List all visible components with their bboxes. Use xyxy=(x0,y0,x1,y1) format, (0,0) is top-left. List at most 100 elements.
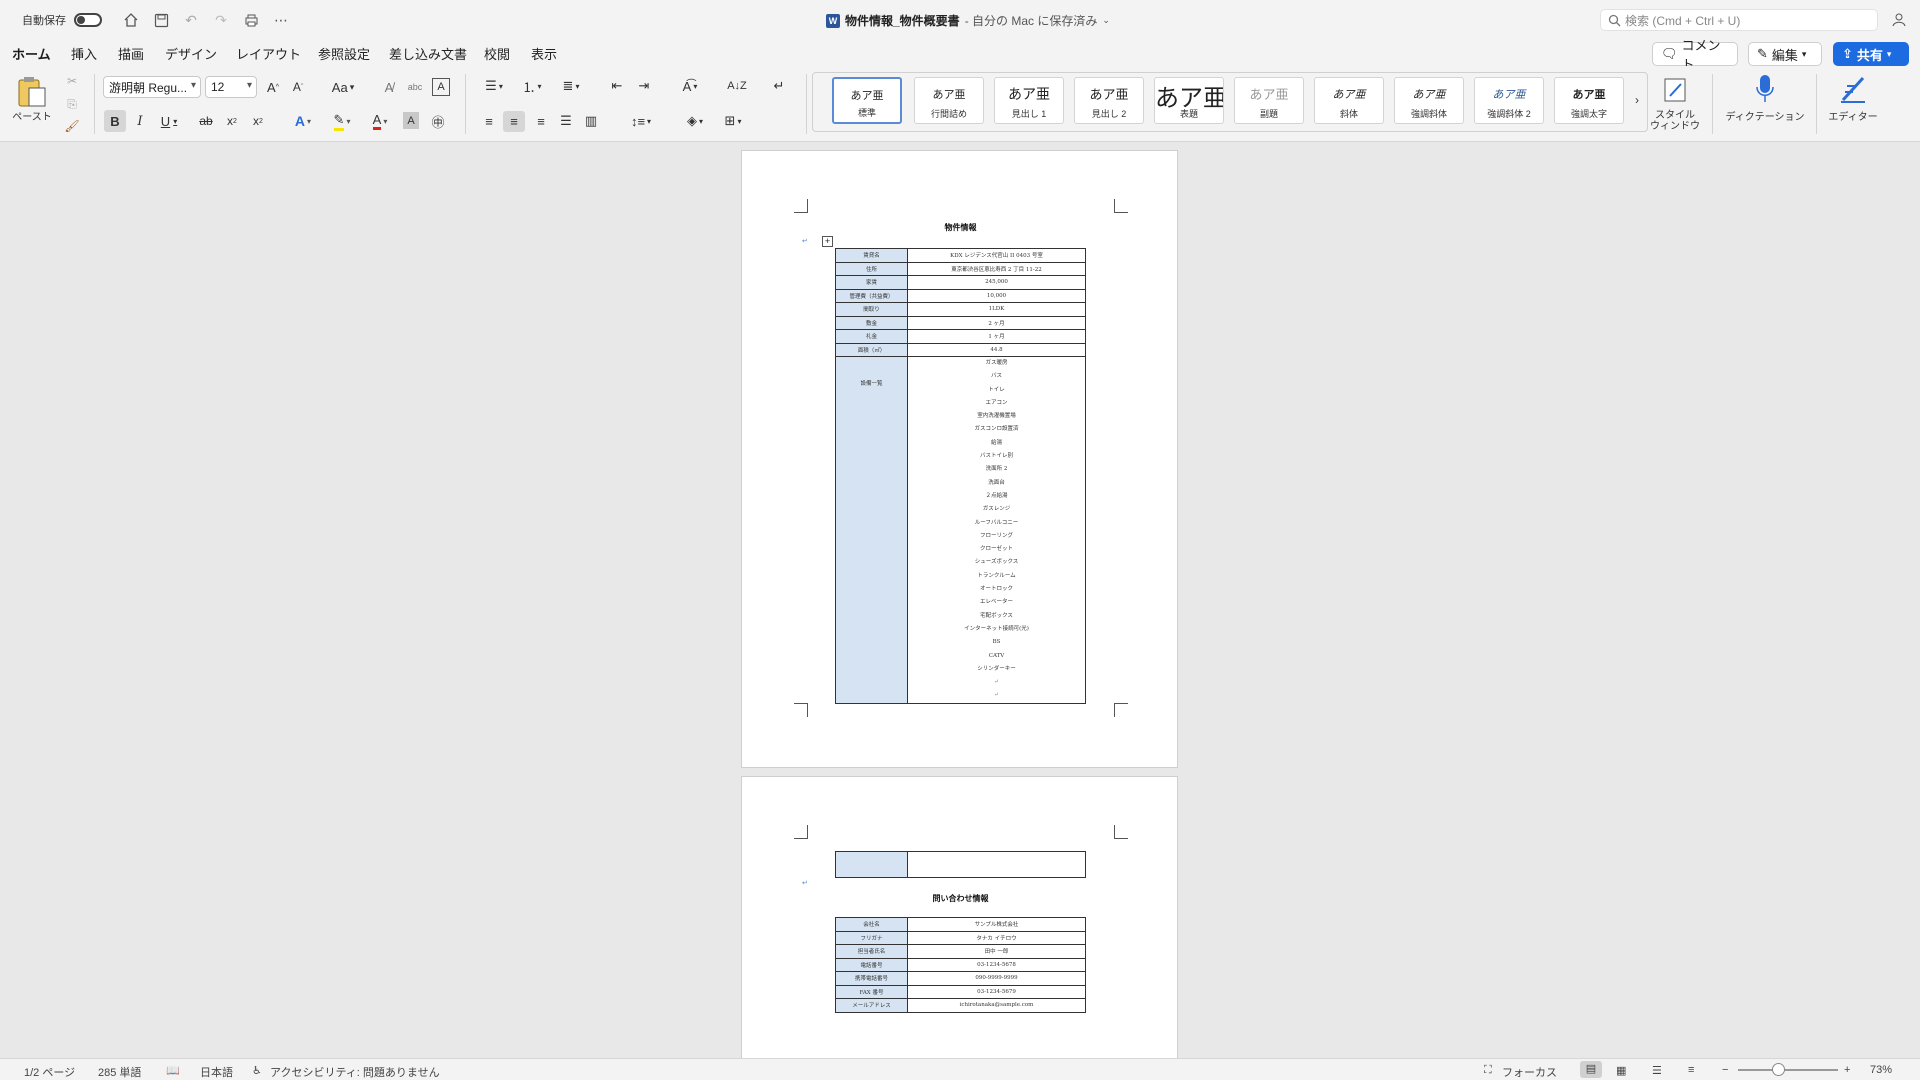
equipment-item[interactable]: 宅配ボックス xyxy=(908,610,1085,623)
row-value[interactable]: KDX レジデンス代官山 II 0403 号室 xyxy=(907,248,1086,263)
page-count[interactable]: 1/2 ページ xyxy=(24,1064,75,1080)
bullets-icon[interactable]: ☰ ▾ xyxy=(478,76,510,96)
row-value[interactable]: タナカ イチロウ xyxy=(907,930,1086,945)
row-value[interactable]: 1LDK xyxy=(907,302,1086,317)
phonetic-guide-icon[interactable]: abc xyxy=(406,78,424,96)
print-icon[interactable] xyxy=(240,9,262,31)
property-table-continued[interactable] xyxy=(835,851,1086,878)
page-1[interactable]: 物件情報 ↵ + 賃貸名 KDX レジデンス代官山 II 0403 号室 住所 東京都… xyxy=(741,150,1178,768)
style-heading-1[interactable]: あア亜 見出し 1 xyxy=(994,77,1064,124)
row-value[interactable]: ichirotanaka@sample.com xyxy=(907,998,1086,1013)
zoom-percent[interactable]: 73% xyxy=(1870,1064,1892,1076)
font-color-icon[interactable]: A ▾ xyxy=(364,110,396,132)
draft-icon[interactable]: ≡ xyxy=(1688,1064,1694,1076)
style-strong[interactable]: あア亜 強調太字 xyxy=(1554,77,1624,124)
decrease-indent-icon[interactable]: ⇤ xyxy=(606,76,628,96)
tab-review[interactable]: 校閲 xyxy=(484,44,510,63)
equipment-item[interactable]: トランクルーム xyxy=(908,570,1085,583)
subscript-button[interactable]: x2 xyxy=(222,110,242,132)
style-intense-emphasis-2[interactable]: あア亜 強調斜体 2 xyxy=(1474,77,1544,124)
row-value[interactable]: 245,000 xyxy=(907,275,1086,290)
outline-icon[interactable]: ☰ xyxy=(1652,1064,1662,1077)
line-spacing-icon[interactable]: ↕≡ ▾ xyxy=(624,112,658,130)
equipment-item[interactable]: エアコン xyxy=(908,397,1085,410)
word-count[interactable]: 285 単語 xyxy=(98,1064,141,1080)
equipment-item[interactable]: オートロック xyxy=(908,583,1085,596)
paste-button[interactable] xyxy=(14,74,50,110)
equipment-item[interactable]: バス xyxy=(908,370,1085,383)
row-key[interactable]: 設備一覧 xyxy=(835,356,908,704)
accessibility-status[interactable]: アクセシビリティ: 問題ありません xyxy=(270,1064,440,1080)
property-table[interactable]: 賃貸名 KDX レジデンス代官山 II 0403 号室 住所 東京都渋谷区恵比寿西 2… xyxy=(835,248,1086,704)
sort-icon[interactable]: A↓Z xyxy=(726,76,748,96)
comment-button[interactable]: 🗨 コメント xyxy=(1652,38,1738,72)
zoom-in-icon[interactable]: + xyxy=(1844,1064,1850,1076)
property-info-heading[interactable]: 物件情報 xyxy=(742,222,1179,233)
style-no-spacing[interactable]: あア亜 行間詰め xyxy=(914,77,984,124)
row-key[interactable]: 電話番号 xyxy=(835,957,908,972)
font-size-select[interactable]: 12 xyxy=(205,76,257,98)
superscript-button[interactable]: x2 xyxy=(248,110,268,132)
equipment-item[interactable]: ルーフバルコニー xyxy=(908,517,1085,530)
style-heading-2[interactable]: あア亜 見出し 2 xyxy=(1074,77,1144,124)
proofing-icon[interactable]: 📖 xyxy=(166,1064,180,1077)
equipment-item[interactable]: ガス暖房 xyxy=(908,357,1085,370)
equipment-item[interactable]: ガスコンロ設置済 xyxy=(908,423,1085,436)
focus-icon[interactable]: ⛶ xyxy=(1484,1064,1492,1077)
align-right-icon[interactable]: ≡ xyxy=(532,112,550,130)
equipment-list[interactable]: ガス暖房 バス トイレ エアコン 室内洗濯機置場 ガスコンロ設置済 給湯 バストイレ別 洗面所 … xyxy=(907,356,1086,704)
change-case-button[interactable]: Aa ▾ xyxy=(328,78,358,96)
format-painter-icon[interactable]: 🖌 xyxy=(64,118,80,134)
home-icon[interactable] xyxy=(120,9,142,31)
font-name-select[interactable]: 游明朝 Regu... xyxy=(103,76,201,98)
table-move-handle-icon[interactable]: + xyxy=(822,236,833,247)
contact-info-heading[interactable]: 問い合わせ情報 xyxy=(742,893,1179,904)
strikethrough-button[interactable]: ab xyxy=(196,110,216,132)
increase-indent-icon[interactable]: ⇥ xyxy=(633,76,655,96)
row-key[interactable]: 携帯電話番号 xyxy=(835,971,908,986)
equipment-item[interactable]: ガスレンジ xyxy=(908,503,1085,516)
equipment-item[interactable]: フローリング xyxy=(908,530,1085,543)
undo-icon[interactable]: ↶ xyxy=(180,9,202,31)
language[interactable]: 日本語 xyxy=(200,1064,233,1080)
underline-button[interactable]: U ▾ xyxy=(154,110,184,132)
equipment-item[interactable]: BS xyxy=(908,636,1085,649)
zoom-out-icon[interactable]: − xyxy=(1722,1064,1728,1076)
style-pane-icon[interactable] xyxy=(1660,74,1690,106)
equipment-item[interactable]: シューズボックス xyxy=(908,556,1085,569)
equipment-item[interactable]: クローゼット xyxy=(908,543,1085,556)
row-key[interactable]: 敷金 xyxy=(835,315,908,330)
focus-label[interactable]: フォーカス xyxy=(1502,1064,1557,1080)
editor-icon[interactable] xyxy=(1838,72,1868,106)
document-title[interactable]: W 物件情報_物件概要書 - 自分の Mac に保存済み ⌄ xyxy=(826,12,1110,29)
grow-font-icon[interactable]: A ^ xyxy=(263,78,283,96)
row-value[interactable]: 2 ヶ月 xyxy=(907,315,1086,330)
style-emphasis[interactable]: あア亜 斜体 xyxy=(1314,77,1384,124)
tab-design[interactable]: デザイン xyxy=(165,44,217,63)
row-key[interactable]: 賃貸名 xyxy=(835,248,908,263)
row-key[interactable]: 家賃 xyxy=(835,275,908,290)
row-value[interactable]: 44.8 xyxy=(907,342,1086,357)
tab-insert[interactable]: 挿入 xyxy=(71,44,97,63)
row-key[interactable]: メールアドレス xyxy=(835,998,908,1013)
equipment-item[interactable]: ２点給湯 xyxy=(908,490,1085,503)
clear-format-icon[interactable]: A̸ xyxy=(380,78,398,96)
zoom-slider[interactable] xyxy=(1738,1069,1838,1071)
text-effects-icon[interactable]: A ▾ xyxy=(288,110,318,132)
style-intense-emphasis[interactable]: あア亜 強調斜体 xyxy=(1394,77,1464,124)
multilevel-list-icon[interactable]: ≣ ▾ xyxy=(554,76,588,96)
row-key[interactable]: 礼金 xyxy=(835,329,908,344)
print-layout-icon[interactable]: ▤ xyxy=(1580,1061,1602,1078)
equipment-item[interactable]: 給湯 xyxy=(908,437,1085,450)
row-value[interactable]: 03-1234-5679 xyxy=(907,984,1086,999)
row-value[interactable]: 東京都渋谷区恵比寿西 2 丁目 11-22 xyxy=(907,261,1086,276)
row-key[interactable]: 住所 xyxy=(835,261,908,276)
style-subtitle[interactable]: あア亜 副題 xyxy=(1234,77,1304,124)
style-title[interactable]: あア亜 表題 xyxy=(1154,77,1224,124)
equipment-item[interactable]: CATV xyxy=(908,650,1085,663)
web-layout-icon[interactable]: ▦ xyxy=(1616,1064,1626,1077)
page-2[interactable]: ↵ 問い合わせ情報 会社名 サンプル株式会社 フリガナ タナカ イチロウ 担当者氏名 田中… xyxy=(741,776,1178,1066)
row-value[interactable]: 10,000 xyxy=(907,288,1086,303)
row-value[interactable]: サンプル株式会社 xyxy=(907,917,1086,932)
enclose-char-icon[interactable]: ㊥ xyxy=(428,111,448,131)
